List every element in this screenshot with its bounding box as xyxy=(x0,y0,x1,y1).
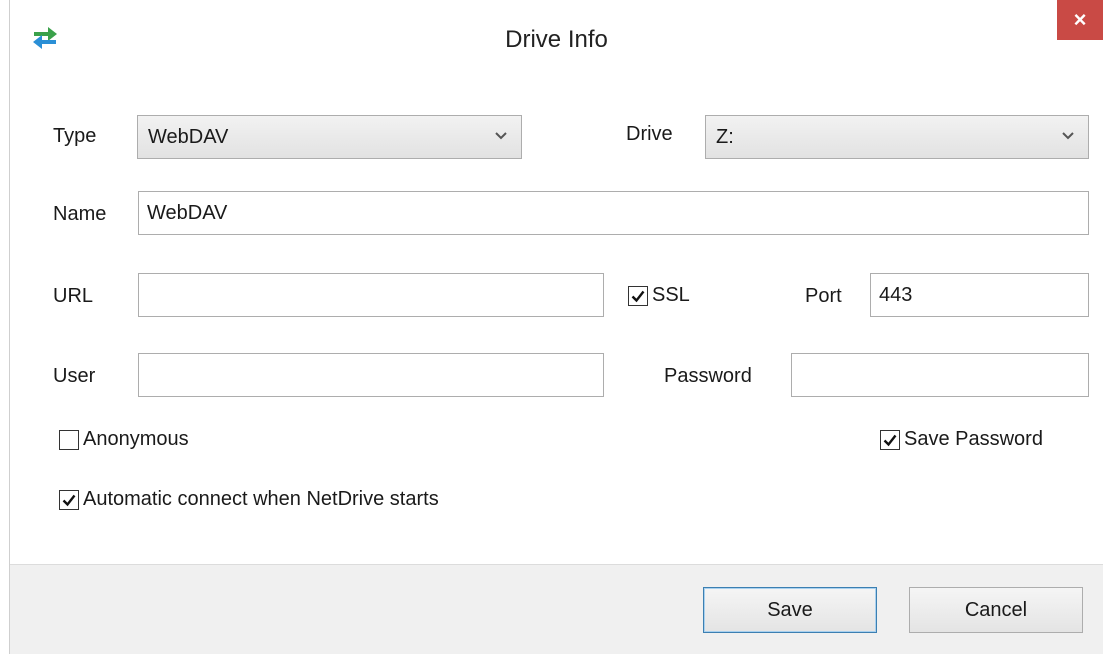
checkmark-icon xyxy=(883,434,897,446)
save-password-checkbox[interactable]: Save Password xyxy=(880,428,1043,451)
ssl-checkbox-box[interactable] xyxy=(628,285,648,306)
type-select[interactable]: WebDAV xyxy=(137,115,522,159)
url-input[interactable] xyxy=(138,273,604,317)
password-label: Password xyxy=(664,365,752,387)
port-label: Port xyxy=(805,285,842,307)
drive-select-value: Z: xyxy=(716,125,734,148)
password-input[interactable] xyxy=(791,353,1089,397)
name-input[interactable]: WebDAV xyxy=(138,191,1089,235)
drive-label: Drive xyxy=(626,123,673,145)
checkmark-icon xyxy=(62,494,76,506)
close-button[interactable]: × xyxy=(1057,0,1103,40)
name-input-value: WebDAV xyxy=(147,201,228,224)
chevron-down-icon xyxy=(495,132,507,140)
dialog-footer: Save Cancel xyxy=(10,564,1103,654)
drive-info-dialog: Drive Info × Type WebDAV Drive Z: Name W… xyxy=(0,0,1103,654)
title-bar: Drive Info × xyxy=(10,0,1103,80)
anonymous-checkbox-label: Anonymous xyxy=(83,428,189,450)
ssl-checkbox-label: SSL xyxy=(652,284,690,306)
close-icon: × xyxy=(1073,7,1087,32)
url-label: URL xyxy=(53,285,94,307)
chevron-down-icon xyxy=(1062,132,1074,140)
save-password-checkbox-box[interactable] xyxy=(880,429,900,450)
user-label: User xyxy=(53,365,96,387)
auto-connect-checkbox-label: Automatic connect when NetDrive starts xyxy=(83,488,439,510)
type-label: Type xyxy=(53,125,97,147)
drive-select[interactable]: Z: xyxy=(705,115,1089,159)
cancel-button[interactable]: Cancel xyxy=(909,587,1083,633)
port-input[interactable]: 443 xyxy=(870,273,1089,317)
name-label: Name xyxy=(53,203,107,225)
type-select-value: WebDAV xyxy=(148,125,229,148)
checkmark-icon xyxy=(631,290,645,302)
ssl-checkbox[interactable]: SSL xyxy=(628,284,690,307)
auto-connect-checkbox-box[interactable] xyxy=(59,489,79,510)
anonymous-checkbox[interactable]: Anonymous xyxy=(59,428,189,451)
auto-connect-checkbox[interactable]: Automatic connect when NetDrive starts xyxy=(59,488,439,511)
window-title: Drive Info xyxy=(505,26,608,53)
save-button[interactable]: Save xyxy=(703,587,877,633)
save-password-checkbox-label: Save Password xyxy=(904,428,1043,450)
anonymous-checkbox-box[interactable] xyxy=(59,429,79,450)
window-left-edge xyxy=(0,0,10,654)
port-input-value: 443 xyxy=(879,283,913,306)
user-input[interactable] xyxy=(138,353,604,397)
